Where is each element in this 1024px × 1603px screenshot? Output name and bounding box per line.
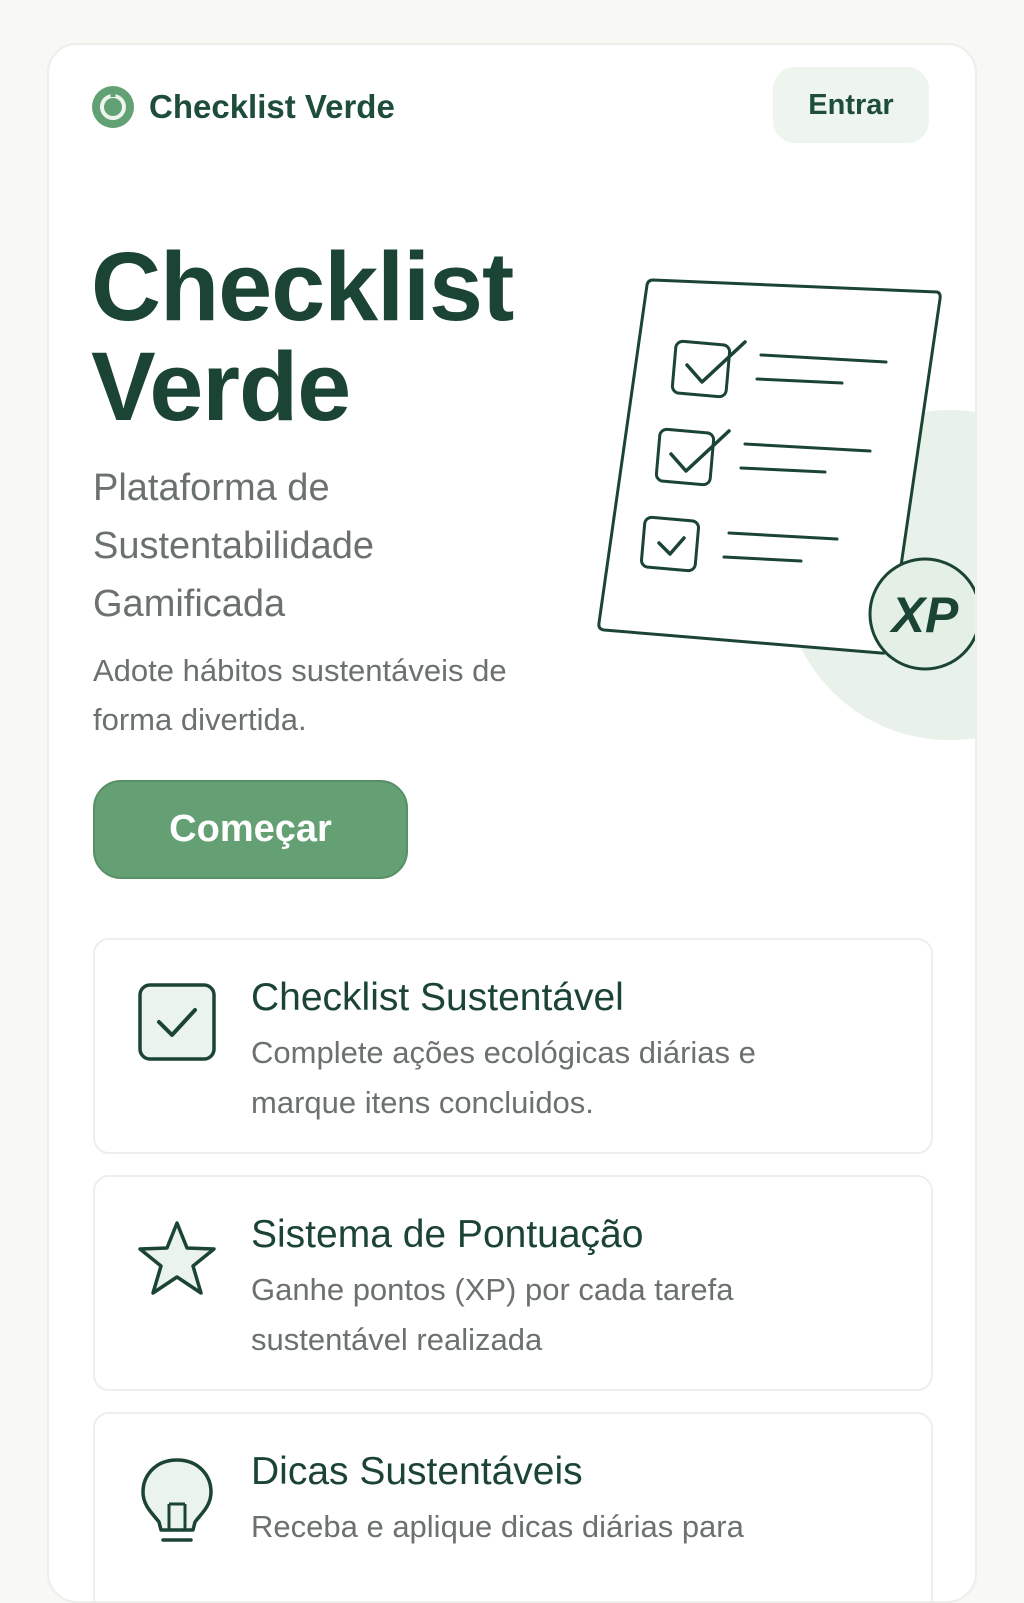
feature-description: Complete ações ecológicas diárias e marq… (251, 1035, 756, 1120)
checkbox-3 (640, 515, 700, 573)
xp-badge-text: XP (889, 587, 959, 643)
hero-subtitle: Plataforma de Sustentabilidade Gamificad… (93, 467, 374, 625)
feature-card-checklist[interactable]: Checklist Sustentável Complete ações eco… (93, 938, 933, 1154)
feature-description: Receba e aplique dicas diárias para (251, 1509, 744, 1544)
checkbox-2 (654, 427, 716, 487)
login-button[interactable]: Entrar (773, 67, 929, 143)
start-button[interactable]: Começar (93, 780, 408, 879)
feature-description: Ganhe pontos (XP) por cada tarefa susten… (251, 1272, 734, 1357)
app-frame: Checklist Verde Entrar Checklist Verde P… (47, 43, 977, 1603)
feature-card-tips[interactable]: Dicas Sustentáveis Receba e aplique dica… (93, 1412, 933, 1601)
feature-title: Dicas Sustentáveis (251, 1450, 583, 1493)
lightbulb-icon (141, 1458, 213, 1542)
hero-description: Adote hábitos sustentáveis de forma dive… (93, 653, 507, 737)
feature-card-points[interactable]: Sistema de Pontuação Ganhe pontos (XP) p… (93, 1175, 933, 1391)
checkbox-icon (138, 983, 216, 1061)
feature-title: Sistema de Pontuação (251, 1213, 644, 1256)
checklist-illustration: XP (597, 278, 975, 740)
star-icon (138, 1221, 216, 1295)
brand-logo[interactable]: Checklist Verde (91, 85, 395, 129)
feature-title: Checklist Sustentável (251, 976, 624, 1019)
checkbox-1 (670, 339, 732, 399)
logo-icon (92, 86, 134, 128)
hero-title: Checklist Verde (91, 232, 514, 441)
brand-name: Checklist Verde (149, 88, 395, 125)
